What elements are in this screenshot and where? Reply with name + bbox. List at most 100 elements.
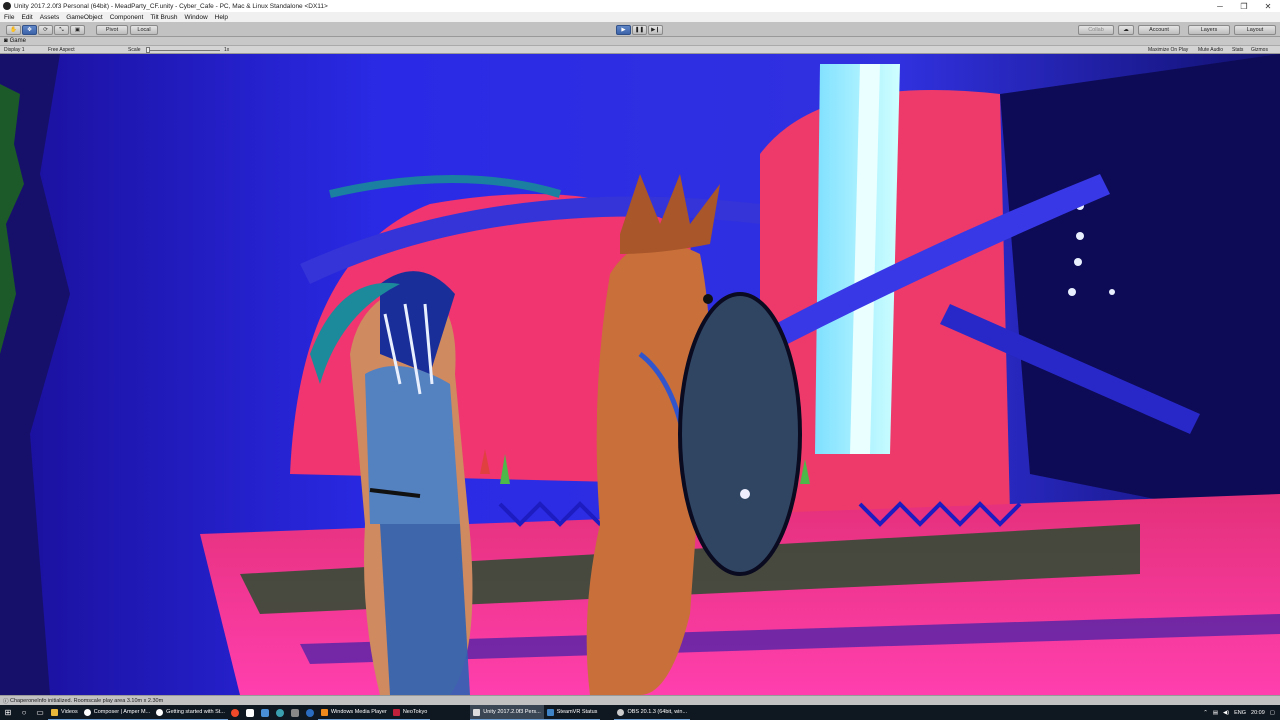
tab-game-label: Game <box>9 38 26 44</box>
account-label: Account <box>1149 27 1169 33</box>
console-status-bar[interactable]: ⓘ ChaperoneInfo initialized. Roomscale p… <box>0 695 1280 705</box>
media-player-icon <box>320 708 328 716</box>
pivot-toggle[interactable]: Pivot <box>96 25 128 35</box>
task-view-button[interactable]: ▭ <box>32 705 48 720</box>
game-options-bar: Display 1 Free Aspect Scale 1x Maximize … <box>0 46 1280 54</box>
local-label: Local <box>137 27 151 33</box>
cloud-button[interactable]: ☁ <box>1118 25 1134 35</box>
menu-tilt-brush[interactable]: Tilt Brush <box>150 14 177 21</box>
menu-bar: File Edit Assets GameObject Component Ti… <box>0 12 1280 22</box>
menu-help[interactable]: Help <box>215 14 228 21</box>
taskbar-item-unity[interactable]: Unity 2017.2.0f3 Pers... <box>470 705 544 720</box>
mail-icon <box>246 708 255 717</box>
mute-audio-toggle[interactable]: Mute Audio <box>1198 47 1223 53</box>
maximize-button[interactable]: ❐ <box>1232 0 1256 12</box>
tab-game[interactable]: ◙ Game <box>4 38 26 44</box>
notifications-icon[interactable]: ▢ <box>1270 710 1275 716</box>
local-toggle[interactable]: Local <box>130 25 158 35</box>
taskbar-item-media-player[interactable]: Windows Media Player <box>317 705 390 720</box>
pinned-store[interactable] <box>258 705 273 720</box>
status-message: ChaperoneInfo initialized. Roomscale pla… <box>10 697 164 704</box>
pinned-steam[interactable] <box>303 705 318 720</box>
scale-slider-thumb[interactable] <box>146 47 150 53</box>
clock[interactable]: 20:09 <box>1251 710 1265 716</box>
taskbar-item-label: Getting started with St... <box>166 709 225 715</box>
game-scene-image <box>0 54 1280 695</box>
taskbar-item-label: Videos <box>61 709 78 715</box>
steam-icon <box>306 708 315 717</box>
game-viewport[interactable] <box>0 54 1280 695</box>
aspect-dropdown[interactable]: Free Aspect <box>48 47 75 53</box>
hand-tool-button[interactable]: ✋ <box>6 25 21 35</box>
collab-button[interactable]: Collab <box>1078 25 1114 35</box>
pause-button[interactable]: ❚❚ <box>632 25 647 35</box>
layers-dropdown[interactable]: Layers <box>1188 25 1230 35</box>
start-button[interactable]: ⊞ <box>0 705 16 720</box>
taskbar-item-label: Composer | Amper M... <box>93 709 151 715</box>
pinned-app-5[interactable] <box>288 705 303 720</box>
volume-icon[interactable]: ◀) <box>1223 710 1229 716</box>
pinned-app-4[interactable] <box>273 705 288 720</box>
windows-logo-icon: ⊞ <box>4 708 12 717</box>
menu-component[interactable]: Component <box>110 14 144 21</box>
move-tool-button[interactable]: ✥ <box>22 25 37 35</box>
game-icon <box>392 708 400 716</box>
menu-edit[interactable]: Edit <box>21 14 32 21</box>
pivot-label: Pivot <box>105 27 119 33</box>
layout-label: Layout <box>1246 27 1264 33</box>
store-icon <box>261 708 270 717</box>
app-icon <box>291 708 300 717</box>
rect-tool-button[interactable]: ▣ <box>70 25 85 35</box>
close-button[interactable]: ✕ <box>1256 0 1280 12</box>
taskbar-item-neotokyo[interactable]: NeoTokyo <box>389 705 431 720</box>
taskbar-item-videos[interactable]: Videos <box>48 705 81 720</box>
maximize-on-play-toggle[interactable]: Maximize On Play <box>1148 47 1188 53</box>
pause-icon: ❚❚ <box>634 27 645 33</box>
taskbar-item-label: NeoTokyo <box>402 709 428 715</box>
window-title: Unity 2017.2.0f3 Personal (64bit) - Mead… <box>14 2 328 10</box>
window-titlebar: Unity 2017.2.0f3 Personal (64bit) - Mead… <box>0 0 1280 12</box>
network-icon[interactable]: ▤ <box>1213 710 1218 716</box>
menu-gameobject[interactable]: GameObject <box>66 14 103 21</box>
account-dropdown[interactable]: Account <box>1138 25 1180 35</box>
layout-dropdown[interactable]: Layout <box>1234 25 1276 35</box>
menu-assets[interactable]: Assets <box>40 14 60 21</box>
gizmos-dropdown[interactable]: Gizmos <box>1251 47 1268 53</box>
task-view-icon: ▭ <box>36 708 44 717</box>
minimize-button[interactable]: ─ <box>1208 0 1232 12</box>
folder-icon <box>51 708 58 716</box>
display-dropdown[interactable]: Display 1 <box>4 47 25 53</box>
pinned-mail[interactable] <box>243 705 258 720</box>
taskbar-item-steamvr[interactable]: SteamVR Status <box>543 705 601 720</box>
layers-label: Layers <box>1200 27 1218 33</box>
scale-icon: ⤡ <box>59 26 64 33</box>
chevron-up-icon[interactable]: ⌃ <box>1203 710 1208 716</box>
taskbar-item-label: SteamVR Status <box>556 709 598 715</box>
taskbar-item-label: Unity 2017.2.0f3 Pers... <box>483 709 541 715</box>
language-indicator[interactable]: ENG <box>1234 710 1246 716</box>
unity-icon <box>473 708 481 716</box>
pinned-app-1[interactable] <box>228 705 243 720</box>
menu-file[interactable]: File <box>4 14 14 21</box>
taskbar-item-composer[interactable]: Composer | Amper M... <box>80 705 154 720</box>
taskbar-item-obs[interactable]: OBS 20.1.3 (64bit, win... <box>614 705 691 720</box>
rotate-icon: ⟳ <box>43 27 48 33</box>
game-tab-bar: ◙ Game <box>0 37 1280 46</box>
scale-slider-track[interactable] <box>146 50 220 51</box>
info-icon: ⓘ <box>3 698 11 705</box>
menu-window[interactable]: Window <box>185 14 208 21</box>
stats-toggle[interactable]: Stats <box>1232 47 1243 53</box>
taskbar-item-getting-started[interactable]: Getting started with St... <box>153 705 228 720</box>
game-controller-icon: ◙ <box>4 38 8 44</box>
system-tray: ⌃ ▤ ◀) ENG 20:09 ▢ <box>1203 705 1280 720</box>
chrome-icon <box>83 708 91 716</box>
scale-tool-button[interactable]: ⤡ <box>54 25 69 35</box>
unity-logo-icon <box>3 2 11 10</box>
scale-label: Scale <box>128 47 141 53</box>
move-icon: ✥ <box>27 27 32 33</box>
rotate-tool-button[interactable]: ⟳ <box>38 25 53 35</box>
step-button[interactable]: ▶❙ <box>648 25 663 35</box>
cortana-button[interactable]: ○ <box>16 705 32 720</box>
play-button[interactable]: ▶ <box>616 25 631 35</box>
hand-icon: ✋ <box>10 27 17 33</box>
